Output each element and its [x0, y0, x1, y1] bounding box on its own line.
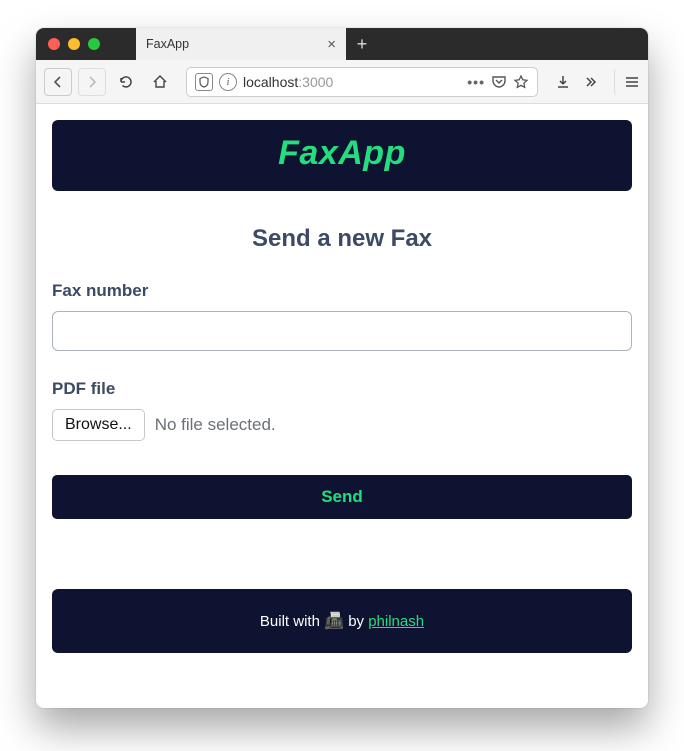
toolbar-right	[550, 68, 640, 96]
page-heading: Send a new Fax	[52, 225, 632, 253]
minimize-window-button[interactable]	[68, 38, 80, 50]
send-button[interactable]: Send	[52, 475, 632, 519]
fax-number-input[interactable]	[52, 311, 632, 351]
home-button[interactable]	[146, 68, 174, 96]
reload-button[interactable]	[112, 68, 140, 96]
tab-title: FaxApp	[146, 37, 319, 51]
fax-number-label: Fax number	[52, 281, 632, 301]
pdf-file-label: PDF file	[52, 379, 632, 399]
app-title: FaxApp	[52, 134, 632, 173]
footer-author-link[interactable]: philnash	[368, 613, 424, 630]
url-port: :3000	[298, 74, 333, 90]
fullscreen-window-button[interactable]	[88, 38, 100, 50]
url-text: localhost:3000	[243, 74, 461, 90]
site-info-icon[interactable]: i	[219, 73, 237, 91]
browser-tab[interactable]: FaxApp ×	[136, 28, 346, 60]
page-actions-icon[interactable]: •••	[467, 74, 485, 90]
address-bar[interactable]: i localhost:3000 •••	[186, 67, 538, 97]
back-button[interactable]	[44, 68, 72, 96]
bookmark-star-icon[interactable]	[513, 74, 529, 90]
footer-by: by	[348, 613, 368, 630]
downloads-button[interactable]	[550, 68, 576, 96]
forward-button[interactable]	[78, 68, 106, 96]
page-content: FaxApp Send a new Fax Fax number PDF fil…	[36, 104, 648, 708]
page-footer: Built with 📠 by philnash	[52, 589, 632, 653]
app-menu-button[interactable]	[614, 68, 640, 96]
traffic-lights	[36, 28, 136, 60]
pdf-file-field: PDF file Browse... No file selected.	[52, 379, 632, 441]
tracking-protection-icon[interactable]	[195, 73, 213, 91]
close-tab-icon[interactable]: ×	[327, 37, 336, 52]
new-tab-button[interactable]: +	[346, 28, 378, 60]
browse-button[interactable]: Browse...	[52, 409, 145, 441]
footer-prefix: Built with	[260, 613, 324, 630]
fax-machine-icon: 📠	[324, 613, 344, 630]
browser-window: FaxApp × + i localhost:3000 •••	[36, 28, 648, 708]
file-selection-status: No file selected.	[155, 415, 276, 435]
reader-pocket-icon[interactable]	[491, 74, 507, 90]
overflow-menu-button[interactable]	[580, 68, 606, 96]
close-window-button[interactable]	[48, 38, 60, 50]
url-host: localhost	[243, 74, 298, 90]
fax-number-field: Fax number	[52, 281, 632, 351]
window-titlebar: FaxApp × +	[36, 28, 648, 60]
app-header-banner: FaxApp	[52, 120, 632, 191]
browser-toolbar: i localhost:3000 •••	[36, 60, 648, 104]
